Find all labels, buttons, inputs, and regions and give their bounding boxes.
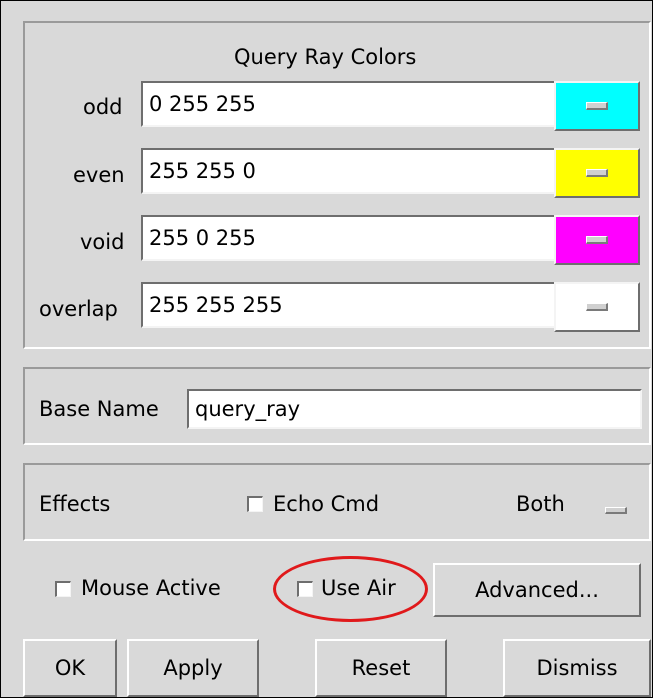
- even-color-entry[interactable]: 255 255 0: [141, 148, 559, 194]
- apply-button[interactable]: Apply: [127, 639, 259, 697]
- effects-mode-menubutton[interactable]: Both: [516, 494, 565, 515]
- even-label: even: [73, 163, 125, 187]
- menu-indicator-icon: [586, 236, 608, 244]
- reset-button[interactable]: Reset: [315, 639, 447, 697]
- highlight-ellipse: [273, 556, 428, 622]
- base-name-label: Base Name: [39, 397, 159, 421]
- even-color-swatch-button[interactable]: [554, 148, 640, 198]
- ok-button[interactable]: OK: [23, 639, 117, 697]
- effects-label: Effects: [39, 492, 111, 516]
- odd-color-swatch-button[interactable]: [554, 81, 640, 131]
- echo-cmd-label[interactable]: Echo Cmd: [273, 494, 379, 515]
- menu-indicator-icon[interactable]: [605, 507, 627, 514]
- query-ray-dialog: Query Ray Colors odd 0 255 255 even 255 …: [0, 0, 653, 698]
- dismiss-button[interactable]: Dismiss: [503, 639, 651, 697]
- menu-indicator-icon: [586, 169, 608, 177]
- mouse-active-label[interactable]: Mouse Active: [81, 578, 221, 599]
- void-color-entry[interactable]: 255 0 255: [141, 215, 559, 261]
- odd-color-entry[interactable]: 0 255 255: [141, 81, 559, 127]
- query-ray-colors-title: Query Ray Colors: [234, 45, 417, 69]
- base-name-entry[interactable]: query_ray: [187, 389, 642, 429]
- echo-cmd-checkbox[interactable]: [247, 496, 263, 512]
- overlap-color-entry[interactable]: 255 255 255: [141, 282, 559, 328]
- overlap-label: overlap: [39, 297, 118, 321]
- advanced-button[interactable]: Advanced...: [433, 563, 641, 617]
- menu-indicator-icon: [586, 303, 608, 311]
- mouse-active-checkbox[interactable]: [55, 581, 71, 597]
- menu-indicator-icon: [586, 102, 608, 110]
- overlap-color-swatch-button[interactable]: [554, 282, 640, 332]
- void-color-swatch-button[interactable]: [554, 215, 640, 265]
- void-label: void: [80, 230, 125, 254]
- odd-label: odd: [83, 95, 123, 119]
